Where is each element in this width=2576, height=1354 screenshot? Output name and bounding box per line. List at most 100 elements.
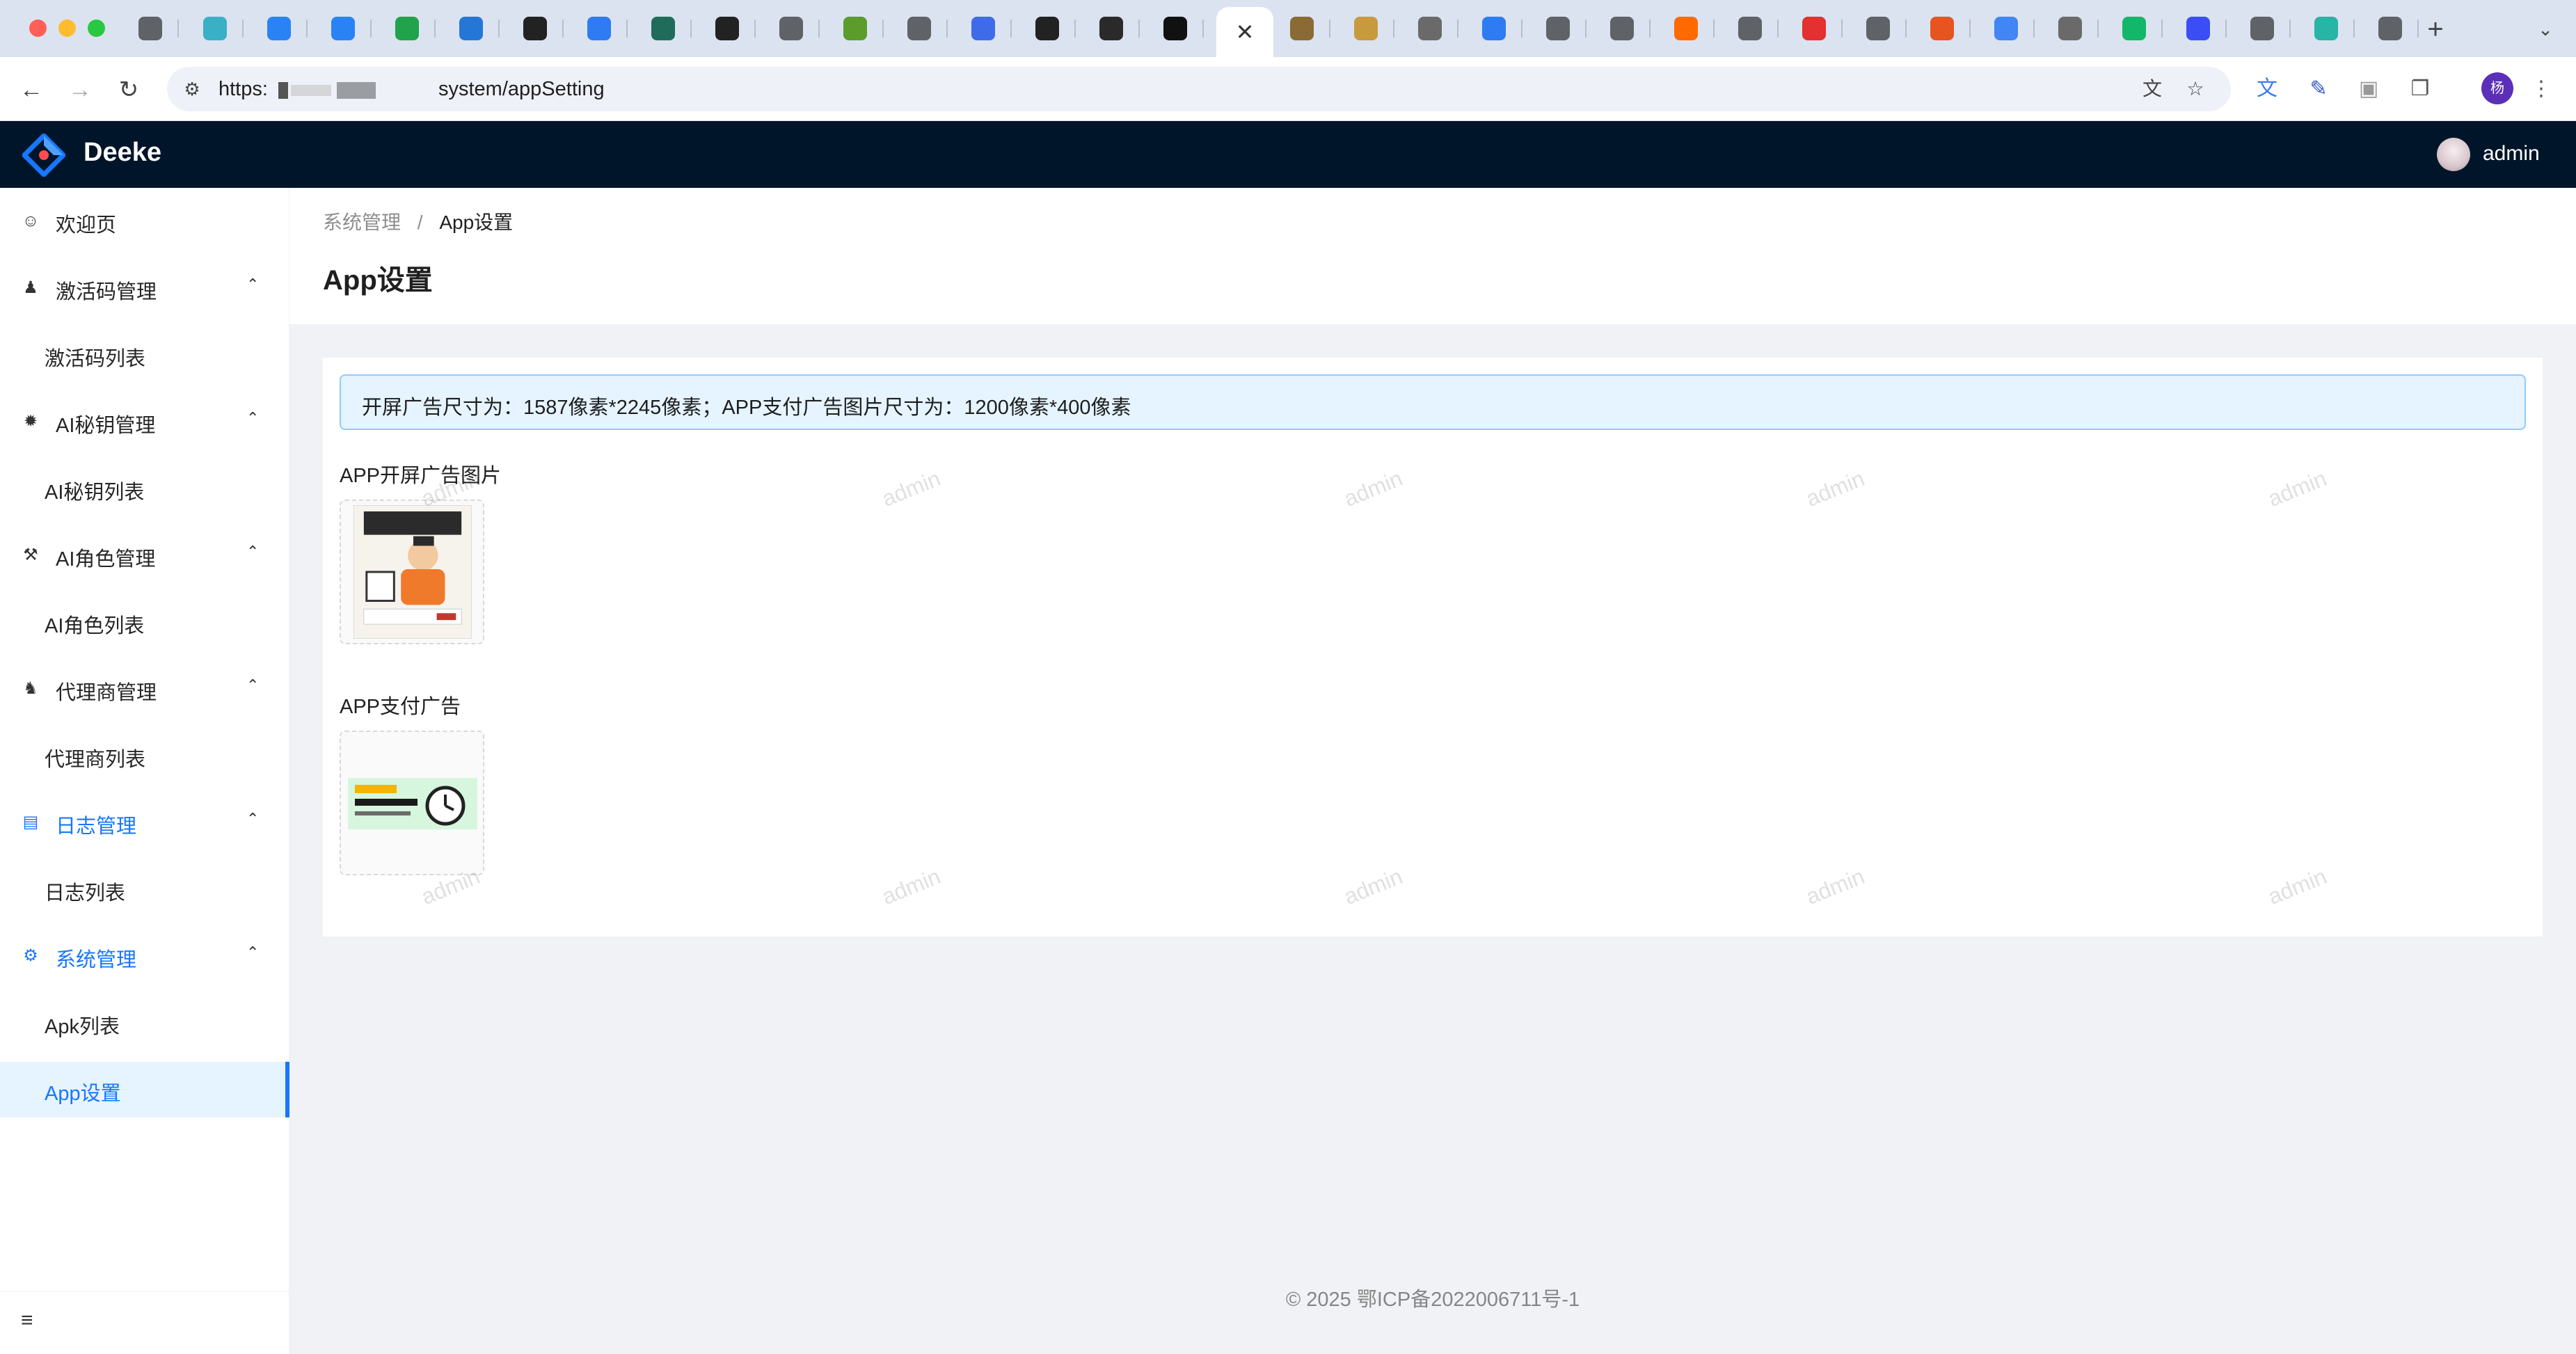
profile-avatar[interactable]: 杨	[2481, 72, 2513, 104]
translate-extension-icon[interactable]: 文	[2252, 74, 2282, 104]
reload-button[interactable]: ↻	[111, 72, 146, 107]
browser-tab[interactable]	[1978, 13, 2035, 45]
menu-fold-icon[interactable]: ≡	[21, 1309, 45, 1332]
tab-favicon-icon	[651, 17, 675, 40]
browser-tab[interactable]	[186, 13, 244, 45]
browser-tab[interactable]	[1019, 13, 1076, 45]
chevron-up-icon: ⌃	[246, 810, 260, 827]
tab-favicon-icon	[1163, 17, 1187, 40]
sidebar-item-ai-key-list[interactable]: AI秘钥列表	[0, 461, 289, 516]
tab-favicon-icon	[1994, 17, 2018, 40]
sidebar-group-agent[interactable]: ♞ 代理商管理 ⌃	[0, 661, 289, 717]
sidebar-item-activation-code-list[interactable]: 激活码列表	[0, 327, 289, 383]
breadcrumb-parent[interactable]: 系统管理	[323, 212, 401, 233]
sidebar-item-log-list[interactable]: 日志列表	[0, 861, 289, 917]
browser-tab[interactable]	[2106, 13, 2163, 45]
minimize-window-button[interactable]	[58, 19, 76, 37]
browser-tab[interactable]	[443, 13, 500, 45]
sidebar-group-activation-code[interactable]: ♟ 激活码管理 ⌃	[0, 260, 289, 316]
site-controls-icon[interactable]: ⚙	[180, 77, 205, 102]
browser-tab[interactable]	[1083, 13, 1140, 45]
browser-tab[interactable]	[1273, 13, 1330, 45]
tab-search-button[interactable]: ⌄	[2530, 14, 2561, 45]
browser-tab[interactable]	[635, 13, 692, 45]
watermark-text: admin	[1802, 465, 1868, 512]
tab-favicon-icon	[587, 17, 611, 40]
sidebar-group-ai-key[interactable]: ✹ AI秘钥管理 ⌃	[0, 394, 289, 449]
pay-ad-upload[interactable]	[340, 731, 484, 875]
browser-tab[interactable]	[1147, 13, 1204, 45]
browser-tab[interactable]	[1401, 13, 1458, 45]
maximize-window-button[interactable]	[88, 19, 105, 37]
browser-tab[interactable]	[1593, 13, 1651, 45]
username[interactable]: admin	[2483, 142, 2540, 166]
tab-separator	[434, 19, 436, 38]
browser-tab[interactable]	[2042, 13, 2099, 45]
address-bar[interactable]: ⚙ https: system/appSetting 文 ☆	[167, 67, 2231, 111]
url-redaction	[278, 82, 288, 99]
app-header: Deeke admin	[0, 121, 2576, 188]
browser-tab[interactable]	[827, 13, 884, 45]
browser-tab[interactable]	[315, 13, 372, 45]
browser-tab[interactable]	[1722, 13, 1779, 45]
browser-tab[interactable]	[1786, 13, 1843, 45]
browser-tab[interactable]	[1529, 13, 1587, 45]
browser-tab[interactable]	[1914, 13, 1971, 45]
browser-tab[interactable]	[571, 13, 628, 45]
browser-tab[interactable]	[891, 13, 948, 45]
sidebar-item-label: 代理商列表	[45, 749, 146, 771]
sidebar-item-welcome[interactable]: ☺ 欢迎页	[0, 193, 289, 249]
browser-tab[interactable]	[1465, 13, 1522, 45]
sidebar-item-apk-list[interactable]: Apk列表	[0, 995, 289, 1051]
sidebar-item-agent-list[interactable]: 代理商列表	[0, 728, 289, 783]
browser-tab[interactable]	[2362, 13, 2419, 45]
sidebar-item-ai-role-list[interactable]: AI角色列表	[0, 594, 289, 650]
close-tab-icon[interactable]: ✕	[1236, 19, 1255, 45]
browser-tab[interactable]	[2170, 13, 2227, 45]
browser-tab[interactable]	[507, 13, 564, 45]
browser-tab[interactable]	[1657, 13, 1715, 45]
sidebar-group-log[interactable]: ▤ 日志管理 ⌃	[0, 795, 289, 850]
tab-separator	[946, 19, 948, 38]
browser-menu-icon[interactable]: ⋮	[2526, 74, 2557, 104]
sidebar-item-label: AI秘钥列表	[45, 481, 145, 504]
new-tab-button[interactable]: +	[2420, 14, 2451, 45]
tab-favicon-icon	[1930, 17, 1954, 40]
camera-extension-icon[interactable]: ▣	[2353, 74, 2384, 104]
tab-favicon-icon	[459, 17, 483, 40]
sidebar-item-app-settings[interactable]: App设置	[0, 1062, 289, 1117]
forward-button[interactable]: →	[63, 72, 97, 107]
tab-favicon-icon	[2058, 17, 2082, 40]
browser-tab[interactable]	[251, 13, 308, 45]
tab-favicon-icon	[138, 17, 162, 40]
tab-separator	[1202, 19, 1204, 38]
tab-separator	[1074, 19, 1076, 38]
sidebar-item-label: 系统管理	[56, 949, 137, 971]
pay-ad-label: APP支付广告	[340, 696, 461, 718]
watermark-text: admin	[1340, 863, 1406, 910]
browser-tab[interactable]	[955, 13, 1012, 45]
extensions-puzzle-icon[interactable]: ❐	[2405, 74, 2435, 104]
browser-tab[interactable]	[1850, 13, 1907, 45]
tab-favicon-icon	[843, 17, 867, 40]
browser-tab[interactable]	[122, 13, 179, 45]
translate-icon[interactable]: 文	[2139, 77, 2165, 102]
close-window-button[interactable]	[29, 19, 47, 37]
browser-tab[interactable]	[699, 13, 756, 45]
avatar[interactable]	[2437, 138, 2470, 171]
splash-ad-upload[interactable]	[340, 500, 484, 644]
bookmark-star-icon[interactable]: ☆	[2182, 77, 2209, 102]
browser-tab[interactable]	[2234, 13, 2291, 45]
pen-extension-icon[interactable]: ✎	[2303, 74, 2334, 104]
browser-tab[interactable]	[763, 13, 820, 45]
sidebar-group-ai-role[interactable]: ⚒ AI角色管理 ⌃	[0, 527, 289, 583]
active-tab[interactable]: ✕	[1216, 7, 1273, 57]
page-header: 系统管理 / App设置 App设置	[289, 188, 2576, 324]
back-button[interactable]: ←	[14, 72, 49, 107]
browser-tab[interactable]	[2298, 13, 2355, 45]
browser-tab[interactable]	[1337, 13, 1394, 45]
footer-copyright: © 2025 鄂ICP备2022006711号-1	[1285, 1289, 1580, 1311]
sidebar-group-system[interactable]: ⚙ 系统管理 ⌃	[0, 928, 289, 984]
tab-favicon-icon	[395, 17, 419, 40]
browser-tab[interactable]	[379, 13, 436, 45]
